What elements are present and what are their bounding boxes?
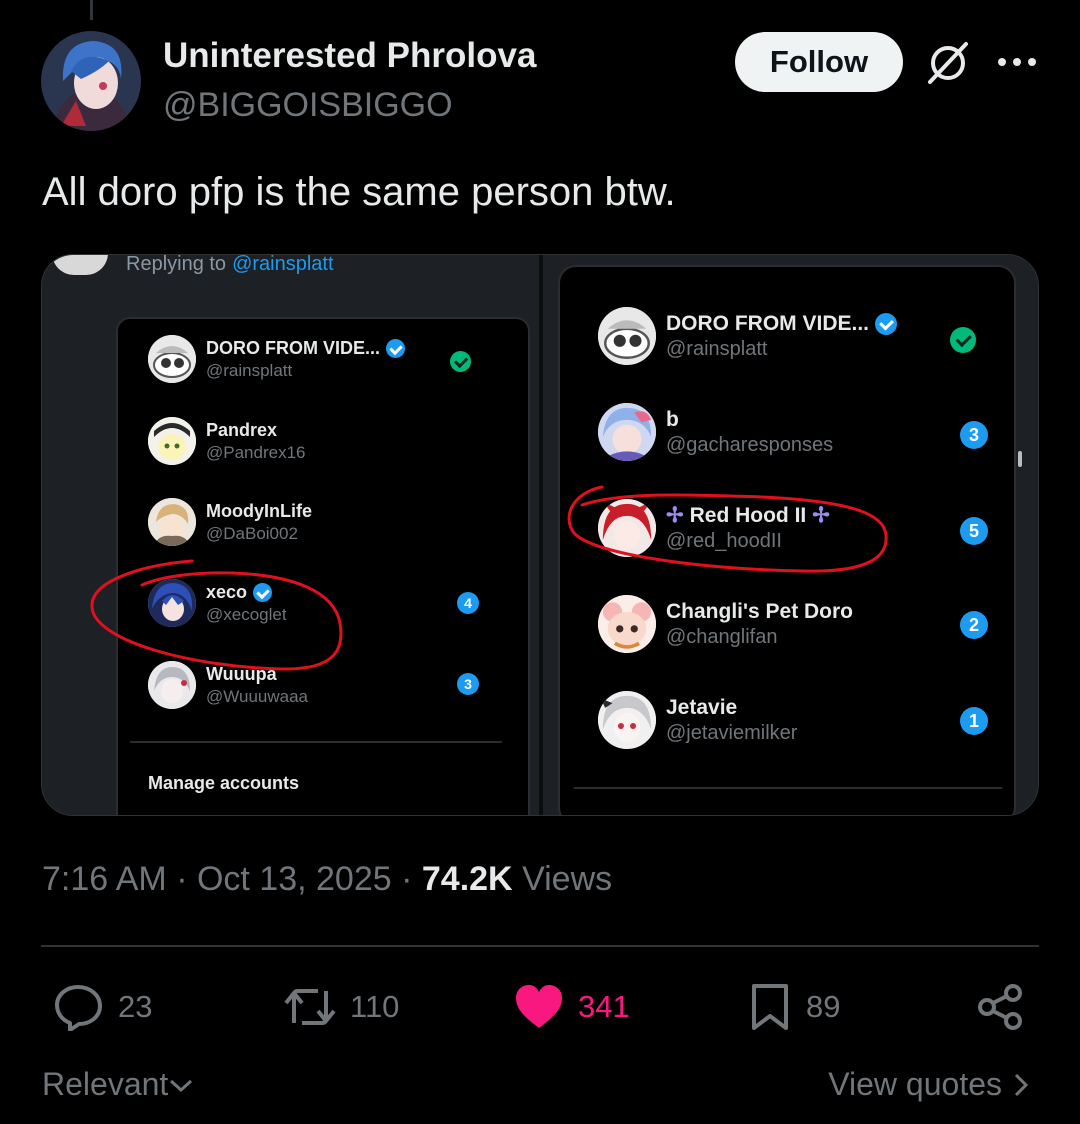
notification-count-badge: 4 bbox=[457, 592, 479, 614]
views-label: Views bbox=[522, 860, 613, 898]
replying-handle: @rainsplatt bbox=[232, 254, 334, 275]
meta-separator: · bbox=[391, 860, 422, 898]
list-item: DORO FROM VIDE... @rainsplatt bbox=[148, 335, 406, 383]
verified-badge-icon bbox=[875, 312, 898, 335]
manage-accounts-link: Manage accounts bbox=[148, 773, 300, 793]
verified-badge-icon bbox=[253, 582, 273, 602]
wuuupa-avatar bbox=[148, 661, 196, 709]
dna-icon: ✢ bbox=[812, 504, 830, 527]
active-check-icon bbox=[450, 351, 471, 372]
changli-pet-doro-avatar bbox=[598, 595, 656, 653]
view-quotes-link[interactable]: View quotes bbox=[828, 1066, 1032, 1103]
author-display-name[interactable]: Uninterested Phrolova bbox=[163, 36, 536, 76]
notification-count-badge: 1 bbox=[960, 707, 988, 735]
repost-button[interactable]: 110 bbox=[284, 982, 399, 1032]
bookmark-count: 89 bbox=[806, 989, 841, 1024]
tweet-meta: 7:16 AM · Oct 13, 2025 · 74.2K Views bbox=[42, 860, 612, 899]
doro-avatar bbox=[598, 307, 656, 365]
account-handle: @rainsplatt bbox=[206, 360, 293, 380]
account-name: Changli's Pet Doro bbox=[666, 599, 854, 623]
repost-count: 110 bbox=[350, 989, 400, 1024]
account-handle: @rainsplatt bbox=[666, 337, 768, 360]
doro-avatar-partial bbox=[52, 255, 108, 275]
author-avatar[interactable] bbox=[41, 31, 141, 131]
reply-count: 23 bbox=[118, 989, 153, 1024]
divider bbox=[130, 741, 502, 743]
notification-count-badge: 2 bbox=[960, 611, 988, 639]
account-name: Jetavie bbox=[666, 695, 738, 719]
bookmark-button[interactable]: 89 bbox=[748, 982, 840, 1032]
active-check-icon bbox=[950, 327, 976, 353]
list-item: b @gacharesponses bbox=[598, 403, 833, 461]
more-icon[interactable] bbox=[995, 44, 1039, 80]
sort-label: Relevant bbox=[42, 1066, 169, 1102]
verified-badge-icon bbox=[386, 338, 406, 358]
notification-count-badge: 3 bbox=[457, 673, 479, 695]
like-count: 341 bbox=[578, 989, 630, 1024]
share-button[interactable] bbox=[976, 982, 1024, 1032]
list-item: DORO FROM VIDE... @rainsplatt bbox=[598, 307, 898, 365]
bookmark-icon bbox=[752, 984, 788, 1030]
list-item: Changli's Pet Doro @changlifan bbox=[598, 595, 853, 653]
like-button[interactable]: 341 bbox=[514, 982, 630, 1032]
account-handle: @Pandrex16 bbox=[206, 442, 306, 462]
dna-icon: ✢ bbox=[666, 504, 684, 527]
notification-count-badge: 5 bbox=[960, 517, 988, 545]
follow-button[interactable]: Follow bbox=[735, 32, 903, 92]
heart-icon bbox=[516, 985, 562, 1028]
list-item: ✢ Red Hood II ✢ @red_hoodII bbox=[598, 499, 830, 557]
meta-separator: · bbox=[166, 860, 197, 898]
jetavie-avatar bbox=[598, 691, 656, 749]
account-name: xeco bbox=[206, 581, 248, 602]
tweet-date[interactable]: Oct 13, 2025 bbox=[197, 860, 392, 898]
replying-prefix: Replying to bbox=[126, 254, 227, 275]
grok-icon[interactable] bbox=[924, 40, 972, 86]
b-avatar bbox=[598, 403, 656, 461]
thread-connector-line bbox=[90, 0, 93, 20]
reply-button[interactable]: 23 bbox=[54, 982, 152, 1032]
views-count: 74.2K bbox=[421, 860, 513, 898]
divider bbox=[574, 787, 1002, 789]
account-name: DORO FROM VIDE... bbox=[666, 311, 870, 335]
list-item: Wuuupa @Wuuuwaaa bbox=[148, 661, 308, 709]
moodyinlife-avatar bbox=[148, 498, 196, 546]
chevron-right-icon bbox=[1014, 1073, 1029, 1096]
repost-icon bbox=[284, 989, 336, 1025]
xeco-avatar bbox=[148, 579, 196, 627]
account-handle: @gacharesponses bbox=[666, 433, 834, 456]
account-handle: @xecoglet bbox=[206, 604, 287, 624]
doro-avatar bbox=[148, 335, 196, 383]
notification-count-badge: 3 bbox=[960, 421, 988, 449]
view-quotes-label: View quotes bbox=[828, 1066, 1002, 1102]
sort-replies-dropdown[interactable]: Relevant bbox=[42, 1066, 194, 1103]
share-icon bbox=[978, 984, 1022, 1030]
list-item: Jetavie @jetaviemilker bbox=[598, 691, 797, 749]
author-handle[interactable]: @BIGGOISBIGGO bbox=[163, 86, 453, 125]
account-name: Pandrex bbox=[206, 419, 278, 440]
red-hood-avatar bbox=[598, 499, 656, 557]
list-item: Pandrex @Pandrex16 bbox=[148, 417, 306, 465]
account-name: Red Hood II bbox=[689, 503, 807, 527]
chevron-down-icon bbox=[170, 1079, 193, 1092]
list-item: xeco @xecoglet bbox=[148, 579, 287, 627]
replying-to-line: Replying to @rainsplatt bbox=[42, 254, 334, 279]
pandrex-avatar bbox=[148, 417, 196, 465]
reply-icon bbox=[55, 985, 102, 1031]
tweet-media-image[interactable]: Replying to @rainsplatt DORO FROM VIDE..… bbox=[41, 254, 1039, 816]
account-handle: @changlifan bbox=[666, 625, 778, 648]
account-name: b bbox=[666, 407, 679, 431]
divider bbox=[41, 945, 1039, 947]
tweet-text: All doro pfp is the same person btw. bbox=[42, 170, 676, 214]
scrollbar-thumb bbox=[1018, 451, 1022, 467]
account-name: Wuuupa bbox=[206, 663, 277, 684]
list-item: MoodyInLife @DaBoi002 bbox=[148, 498, 312, 546]
account-handle: @jetaviemilker bbox=[666, 721, 798, 744]
account-handle: @Wuuuwaaa bbox=[206, 686, 308, 706]
account-name: DORO FROM VIDE... bbox=[206, 337, 381, 358]
account-handle: @red_hoodII bbox=[666, 530, 782, 552]
account-handle: @DaBoi002 bbox=[206, 523, 298, 543]
tweet-time[interactable]: 7:16 AM bbox=[42, 860, 167, 898]
account-name: MoodyInLife bbox=[206, 500, 312, 521]
